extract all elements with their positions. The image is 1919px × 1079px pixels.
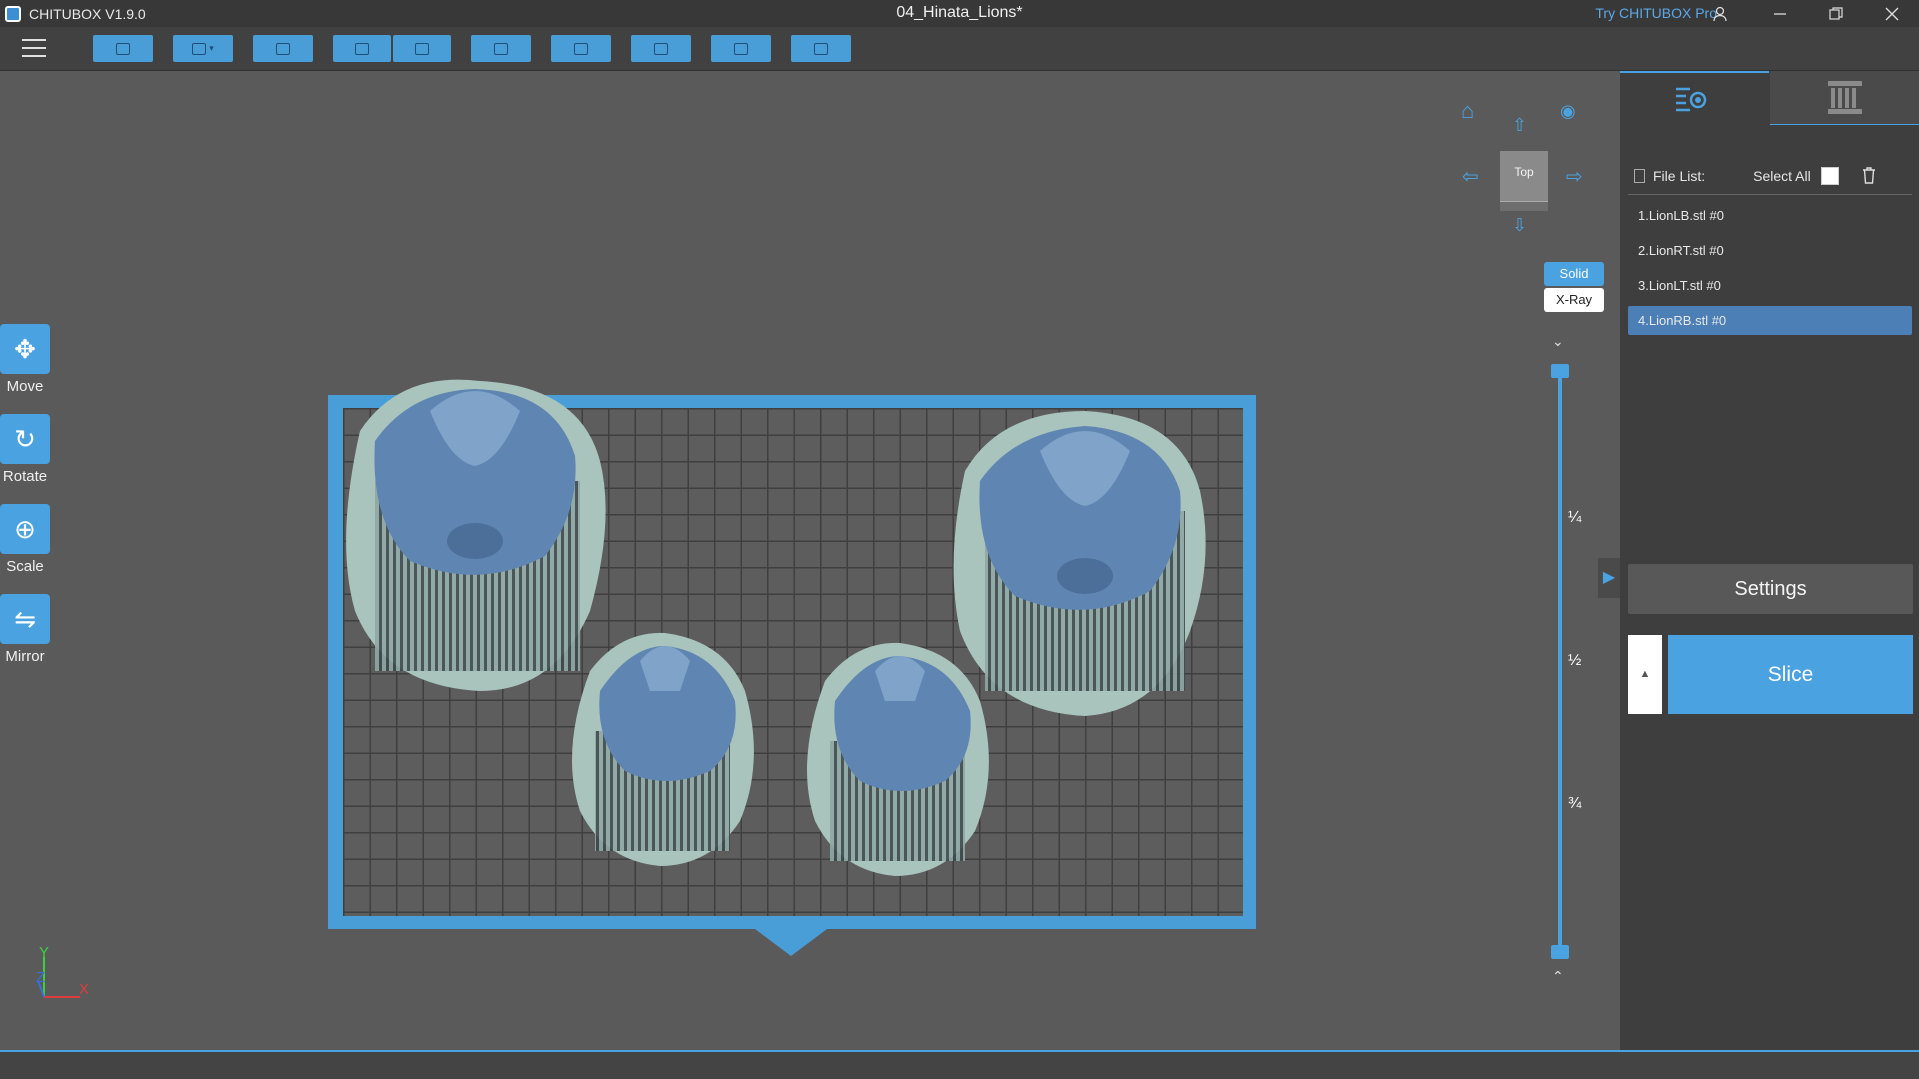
app-name: CHITUBOX V1.9.0 [29, 5, 146, 22]
view-cube[interactable]: Top [1500, 151, 1548, 211]
list-item[interactable]: 3.LionLT.stl #0 [1628, 271, 1912, 300]
settings-icon [814, 42, 828, 55]
slice-options-chevron-icon[interactable]: ▲ [1628, 635, 1662, 714]
drill-hole-button[interactable] [711, 35, 771, 62]
scale-tool[interactable]: ⊕ Scale [0, 504, 50, 575]
layer-slider-bottom-handle[interactable] [1551, 945, 1569, 959]
view-down-icon[interactable]: ⇩ [1512, 215, 1527, 236]
duplicate-button[interactable] [551, 35, 611, 62]
delete-trash-icon[interactable] [1861, 166, 1877, 187]
app-logo-icon [5, 5, 21, 22]
model-lion-rt [953, 411, 1206, 716]
3d-viewport[interactable]: Y Z X ✥ Move ↻ Rotate ⊕ Scale ⇋ Mirror ⌂… [0, 71, 1620, 1051]
undo-button[interactable] [333, 35, 391, 62]
paste-button[interactable] [471, 35, 531, 62]
save-icon [192, 42, 207, 55]
slider-mark-three-quarter: ¾ [1568, 795, 1582, 812]
move-tool[interactable]: ✥ Move [0, 324, 50, 395]
tab-settings[interactable] [1620, 71, 1769, 125]
auto-layout-icon [276, 42, 290, 55]
mirror-label: Mirror [5, 648, 45, 665]
view-right-icon[interactable]: ⇨ [1566, 164, 1583, 189]
settings-button[interactable] [791, 35, 851, 62]
file-list: 1.LionLB.stl #0 2.LionRT.stl #0 3.LionLT… [1628, 194, 1912, 335]
list-item[interactable]: 1.LionLB.stl #0 [1628, 201, 1912, 230]
supports-pillars-icon [1828, 81, 1862, 114]
move-icon: ✥ [0, 324, 50, 374]
list-item-selected[interactable]: 4.LionRB.stl #0 [1628, 306, 1912, 335]
title-bar: CHITUBOX V1.9.0 04_Hinata_Lions* Try CHI… [0, 0, 1919, 27]
paste-icon [494, 42, 508, 55]
view-up-icon[interactable]: ⇧ [1512, 115, 1527, 136]
slider-collapse-icon[interactable]: ⌄ [1552, 333, 1564, 350]
axis-z-label: Z [36, 969, 46, 986]
right-panel: File List: Select All 1.LionLB.stl #0 2.… [1620, 71, 1919, 1051]
model-lion-lt [346, 379, 606, 691]
file-list-header: File List: Select All [1634, 161, 1914, 191]
user-icon[interactable] [1697, 0, 1743, 27]
restore-icon[interactable] [1813, 0, 1859, 27]
minimize-icon[interactable] [1757, 0, 1803, 27]
mirror-tool[interactable]: ⇋ Mirror [0, 594, 50, 665]
duplicate-icon [574, 42, 588, 55]
hollow-icon [654, 42, 668, 55]
redo-button[interactable] [393, 35, 451, 62]
model-lion-lb [572, 632, 754, 866]
view-cube-face-label: Top [1514, 165, 1534, 179]
slice-button[interactable]: Slice [1668, 635, 1913, 714]
rotate-tool[interactable]: ↻ Rotate [0, 414, 50, 485]
tab-supports[interactable] [1770, 71, 1919, 125]
slider-mark-quarter: ¼ [1568, 509, 1582, 526]
model-lion-rb [807, 642, 989, 876]
view-left-icon[interactable]: ⇦ [1462, 164, 1479, 189]
open-file-button[interactable] [93, 35, 153, 62]
visibility-eye-icon[interactable]: ◉ [1560, 101, 1576, 122]
mirror-icon: ⇋ [0, 594, 50, 644]
undo-icon [355, 42, 369, 55]
build-plate-scene [37, 379, 1256, 998]
move-label: Move [6, 378, 44, 395]
drill-hole-icon [734, 42, 748, 55]
rotate-label: Rotate [2, 468, 48, 485]
axis-x-label: X [79, 981, 90, 998]
axis-y-label: Y [39, 944, 50, 961]
select-all-label: Select All [1753, 168, 1811, 184]
auto-layout-button[interactable] [253, 35, 313, 62]
save-button[interactable]: ▾ [173, 35, 233, 62]
close-icon[interactable] [1869, 0, 1915, 27]
settings-list-icon [1676, 87, 1707, 112]
open-file-icon [116, 42, 130, 55]
plate-front-marker [755, 929, 827, 956]
file-list-label: File List: [1653, 168, 1706, 184]
layer-slider-track[interactable] [1558, 370, 1562, 954]
redo-icon [415, 42, 429, 55]
hollow-button[interactable] [631, 35, 691, 62]
file-icon [1634, 169, 1645, 183]
toolbar: ▾ [0, 27, 1919, 71]
home-view-icon[interactable]: ⌂ [1461, 98, 1474, 124]
slider-mark-half: ½ [1568, 652, 1582, 669]
solid-mode-button[interactable]: Solid [1544, 262, 1604, 286]
rotate-icon: ↻ [0, 414, 50, 464]
select-all-checkbox[interactable] [1820, 167, 1839, 185]
xray-mode-button[interactable]: X-Ray [1544, 288, 1604, 312]
panel-toggle-icon[interactable]: ▶ [1598, 558, 1620, 598]
menu-icon[interactable] [22, 39, 46, 59]
scale-icon: ⊕ [0, 504, 50, 554]
settings-button[interactable]: Settings [1628, 564, 1913, 614]
slider-expand-icon[interactable]: ⌃ [1552, 968, 1564, 985]
layer-slider-top-handle[interactable] [1551, 364, 1569, 378]
status-bar [0, 1050, 1919, 1079]
scale-label: Scale [6, 558, 44, 575]
list-item[interactable]: 2.LionRT.stl #0 [1628, 236, 1912, 265]
